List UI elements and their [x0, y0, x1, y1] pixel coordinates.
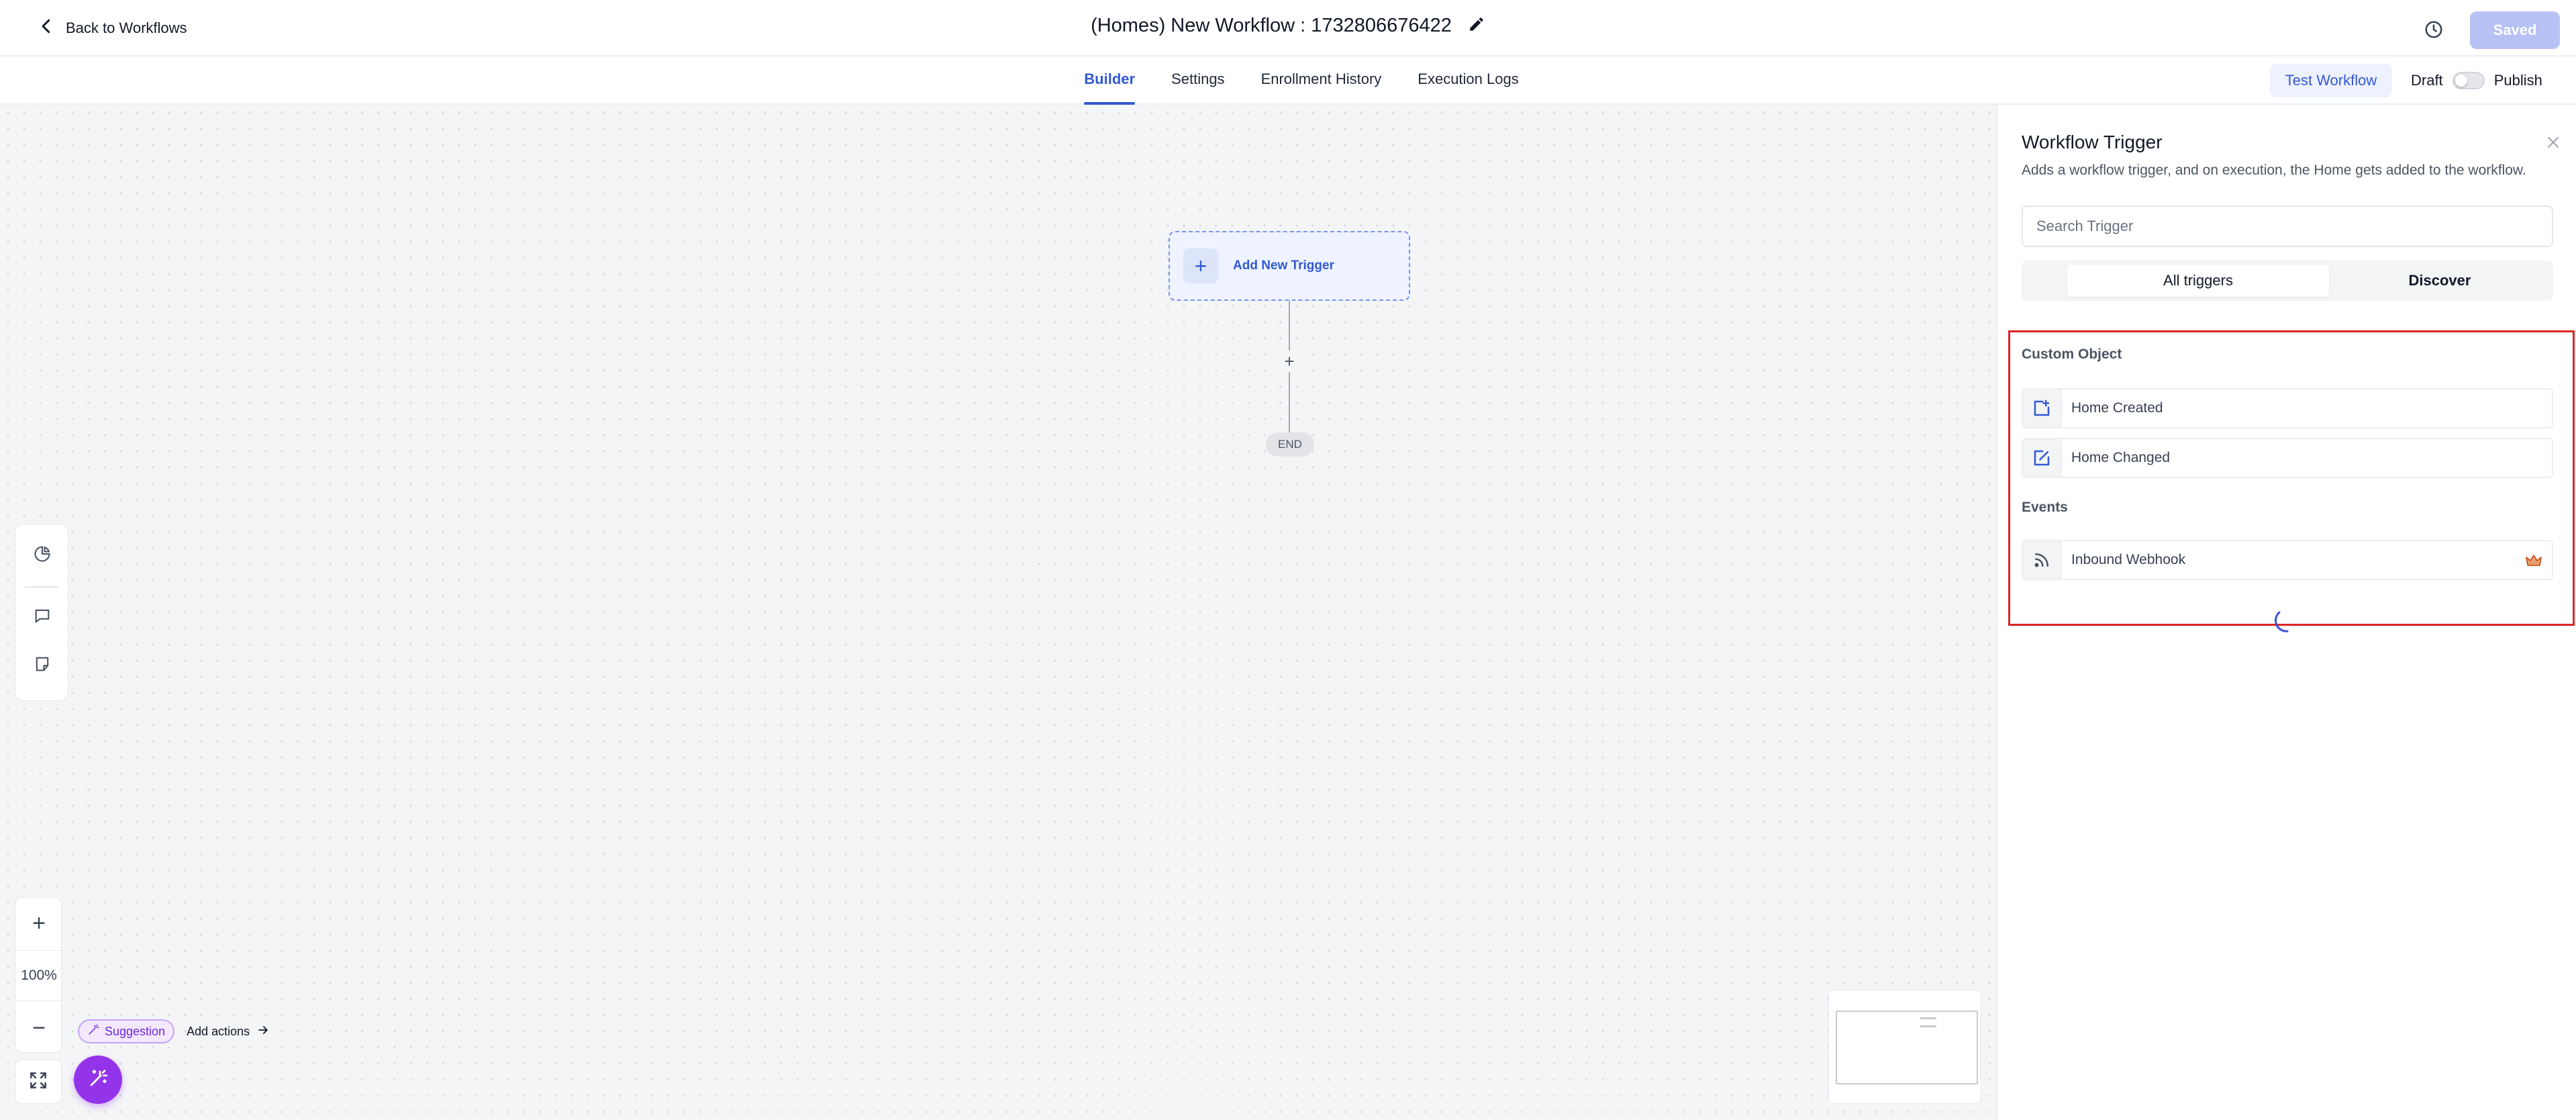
add-actions-link[interactable]: Add actions [187, 1019, 270, 1043]
toolbar-divider [25, 586, 58, 588]
minimap[interactable] [1828, 990, 1981, 1104]
add-step-button[interactable]: + [1279, 351, 1300, 372]
publish-label: Publish [2493, 72, 2542, 89]
history-icon[interactable] [2422, 17, 2446, 42]
add-square-icon [2023, 389, 2062, 427]
workflow-trigger-panel: Workflow Trigger Adds a workflow trigger… [1996, 105, 2576, 1120]
plus-icon: + [1183, 248, 1218, 283]
trigger-label: Home Created [2071, 400, 2163, 416]
tab-settings[interactable]: Settings [1171, 56, 1225, 105]
trigger-label: Inbound Webhook [2071, 552, 2186, 567]
trigger-inbound-webhook[interactable]: Inbound Webhook [2022, 540, 2553, 580]
pencil-icon[interactable] [1468, 15, 1485, 36]
tabs: Builder Settings Enrollment History Exec… [0, 56, 2576, 105]
minimap-viewport [1836, 1011, 1978, 1084]
fit-view-button[interactable] [15, 1060, 62, 1104]
sticky-note-icon[interactable] [30, 652, 54, 676]
trigger-home-changed[interactable]: Home Changed [2022, 438, 2553, 478]
sparkle-wand-icon [87, 1067, 109, 1093]
tab-execution-logs[interactable]: Execution Logs [1418, 56, 1518, 105]
add-actions-label: Add actions [187, 1024, 250, 1038]
draft-label: Draft [2411, 72, 2443, 89]
loading-spinner-icon [2275, 611, 2289, 633]
arrow-right-icon [256, 1023, 270, 1040]
trigger-home-created[interactable]: Home Created [2022, 388, 2553, 428]
panel-description: Adds a workflow trigger, and on executio… [2022, 162, 2526, 178]
canvas-side-toolbar [15, 524, 68, 701]
ai-assistant-button[interactable] [74, 1056, 122, 1104]
zoom-out-button[interactable]: − [15, 1002, 62, 1054]
title-wrap: (Homes) New Workflow : 1732806676422 [0, 15, 2576, 37]
trigger-label: Add New Trigger [1233, 259, 1334, 273]
tab-builder[interactable]: Builder [1084, 56, 1135, 105]
trigger-label: Home Changed [2071, 450, 2171, 465]
rss-icon [2023, 541, 2062, 579]
add-new-trigger-node[interactable]: + Add New Trigger [1169, 231, 1410, 301]
comment-icon[interactable] [30, 604, 54, 628]
test-workflow-button[interactable]: Test Workflow [2270, 64, 2392, 97]
end-node: END [1266, 432, 1314, 457]
tab-bar: Builder Settings Enrollment History Exec… [0, 56, 2576, 105]
zoom-in-button[interactable]: + [15, 898, 62, 949]
highlight-box [2008, 330, 2575, 626]
zoom-level: 100% [15, 950, 62, 1001]
expand-icon [28, 1070, 49, 1094]
group-events: Events [2022, 500, 2068, 515]
group-custom-object: Custom Object [2022, 346, 2122, 362]
search-trigger-input[interactable] [2022, 205, 2553, 247]
workflow-title: (Homes) New Workflow : 1732806676422 [1091, 15, 1452, 36]
tab-enrollment-history[interactable]: Enrollment History [1261, 56, 1382, 105]
suggestion-label: Suggestion [105, 1024, 166, 1038]
saved-button[interactable]: Saved [2470, 11, 2560, 49]
publish-switch-group: Draft Publish [2411, 56, 2542, 105]
close-icon[interactable] [2542, 132, 2564, 153]
trigger-segment-control: All triggers Discover [2022, 261, 2553, 301]
pie-chart-icon[interactable] [30, 542, 54, 566]
top-bar: Back to Workflows (Homes) New Workflow :… [0, 0, 2576, 56]
zoom-controls: + 100% − [15, 897, 62, 1053]
segment-all-triggers[interactable]: All triggers [2067, 265, 2329, 297]
panel-title: Workflow Trigger [2022, 132, 2163, 152]
suggestion-badge[interactable]: Suggestion [78, 1019, 175, 1043]
crown-icon [2525, 553, 2542, 568]
magic-wand-icon [87, 1024, 99, 1039]
workflow-canvas[interactable]: + Add New Trigger + END + 100% − Suggest… [0, 105, 1996, 1120]
publish-toggle[interactable] [2452, 72, 2485, 89]
segment-discover[interactable]: Discover [2329, 265, 2550, 297]
edit-square-icon [2023, 439, 2062, 477]
